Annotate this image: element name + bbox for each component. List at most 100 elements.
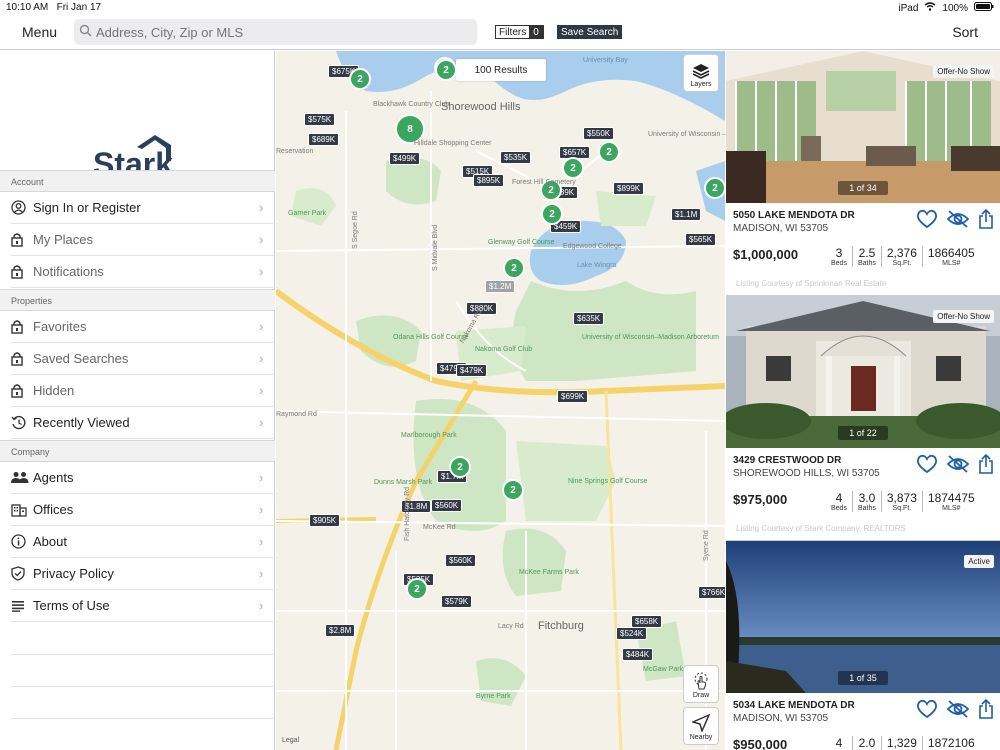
heart-icon[interactable]: [916, 699, 938, 724]
search-bar[interactable]: [74, 19, 477, 45]
map-label: University Bay: [583, 57, 628, 64]
hide-eye-icon[interactable]: [946, 699, 970, 724]
map-label: University of Wisconsin–Madison Arboretu…: [582, 334, 719, 341]
price-marker[interactable]: $895K: [473, 174, 505, 187]
filters-button[interactable]: Filters 0: [495, 25, 544, 39]
chevron-right-icon: ›: [259, 383, 264, 398]
sidebar: Stark Account Sign In or Register › My P…: [0, 51, 275, 750]
mls-value: 1866405: [927, 246, 975, 260]
price-marker[interactable]: $565K: [685, 233, 717, 246]
price-marker[interactable]: $1.2M: [485, 280, 516, 293]
search-icon: [79, 24, 92, 42]
map-label: Fitchburg: [538, 620, 584, 632]
map-label: Edgewood College: [563, 243, 622, 250]
sidebar-item-hidden[interactable]: Hidden ›: [11, 375, 275, 407]
sidebar-item-privacy-policy[interactable]: Privacy Policy ›: [11, 558, 275, 590]
map-label: Byrne Park: [476, 693, 511, 700]
listing-photo[interactable]: Offer-No Show 1 of 34: [726, 51, 1000, 203]
battery-icon: [974, 2, 994, 14]
sidebar-item-label: About: [33, 534, 67, 549]
device-label: iPad: [898, 2, 919, 14]
price-marker[interactable]: $535K: [500, 151, 532, 164]
price-marker[interactable]: $699K: [557, 390, 589, 403]
sidebar-item-about[interactable]: About ›: [11, 526, 275, 558]
listing-photo[interactable]: Offer-No Show 1 of 22: [726, 296, 1000, 448]
map-label: Shorewood Hills: [441, 101, 521, 113]
menu-button[interactable]: Menu: [22, 24, 57, 40]
beds-value: 4: [835, 736, 843, 750]
price-marker[interactable]: $689K: [308, 133, 340, 146]
price-marker[interactable]: $905K: [309, 514, 341, 527]
sidebar-item-my-places[interactable]: My Places ›: [11, 224, 275, 256]
sidebar-item-favorites[interactable]: Favorites ›: [11, 311, 275, 343]
price-marker[interactable]: $550K: [583, 127, 615, 140]
cluster-marker[interactable]: 2: [435, 59, 457, 81]
draw-button[interactable]: Draw: [683, 665, 719, 703]
hand-draw-icon: [693, 672, 709, 692]
photo-counter: 1 of 35: [838, 671, 888, 685]
price-marker[interactable]: $484K: [622, 648, 654, 661]
sidebar-item-sign-in[interactable]: Sign In or Register ›: [11, 192, 275, 224]
heart-icon[interactable]: [916, 454, 938, 479]
hide-eye-icon[interactable]: [946, 454, 970, 479]
legal-link[interactable]: Legal: [282, 737, 299, 744]
hide-eye-icon[interactable]: [946, 209, 970, 234]
sort-button[interactable]: Sort: [952, 24, 978, 40]
price-marker[interactable]: $2.8M: [325, 624, 356, 637]
sidebar-item-recently-viewed[interactable]: Recently Viewed ›: [11, 407, 275, 439]
listing-city: MADISON, WI 53705: [733, 713, 829, 724]
map-label: S Segoe Rd: [352, 211, 359, 249]
price-marker[interactable]: $479K: [456, 364, 488, 377]
search-input[interactable]: [96, 22, 466, 42]
cluster-marker[interactable]: 2: [406, 578, 428, 600]
baths-value: 2.5: [858, 246, 876, 260]
price-marker[interactable]: $499K: [389, 152, 421, 165]
cluster-marker[interactable]: 2: [503, 257, 525, 279]
lock-icon: [11, 383, 33, 398]
sidebar-item-label: Recently Viewed: [33, 415, 130, 430]
chevron-right-icon: ›: [259, 232, 264, 247]
sidebar-item-agents[interactable]: Agents ›: [11, 462, 275, 494]
history-icon: [11, 415, 33, 430]
price-marker[interactable]: $524K: [616, 627, 648, 640]
sidebar-item-terms-of-use[interactable]: Terms of Use ›: [11, 590, 275, 622]
sidebar-item-notifications[interactable]: Notifications ›: [11, 256, 275, 288]
cluster-marker[interactable]: 2: [541, 203, 563, 225]
layers-button[interactable]: Layers: [683, 54, 719, 92]
cluster-marker[interactable]: 2: [449, 456, 471, 478]
save-search-button[interactable]: Save Search: [557, 25, 623, 39]
map-label: Glenway Golf Course: [488, 239, 555, 246]
sidebar-item-saved-searches[interactable]: Saved Searches ›: [11, 343, 275, 375]
listing-photo[interactable]: Active 1 of 35: [726, 541, 1000, 693]
cluster-marker[interactable]: 2: [704, 177, 725, 199]
listing-card[interactable]: Offer-No Show 1 of 34 5050 LAKE MENDOTA …: [726, 51, 1000, 296]
map-label: Fish Hatchery Rd: [404, 486, 411, 541]
cluster-marker[interactable]: 2: [598, 141, 620, 163]
price-marker[interactable]: $579K: [441, 595, 473, 608]
listing-card[interactable]: Active 1 of 35 5034 LAKE MENDOTA DR MADI…: [726, 541, 1000, 750]
price-marker[interactable]: $560K: [431, 499, 463, 512]
price-marker[interactable]: $575K: [304, 113, 336, 126]
price-marker[interactable]: $635K: [573, 312, 605, 325]
nearby-button[interactable]: Nearby: [683, 707, 719, 745]
share-icon[interactable]: [978, 208, 994, 234]
mls-label: MLS#: [942, 505, 961, 512]
sidebar-item-offices[interactable]: Offices ›: [11, 494, 275, 526]
price-marker[interactable]: $899K: [613, 182, 645, 195]
price-marker[interactable]: $560K: [445, 554, 477, 567]
share-icon[interactable]: [978, 453, 994, 479]
chevron-right-icon: ›: [259, 319, 264, 334]
listing-card[interactable]: Offer-No Show 1 of 22 3429 CRESTWOOD DR …: [726, 296, 1000, 541]
cluster-marker[interactable]: 2: [502, 479, 524, 501]
listing-courtesy: Listing Courtesy of Sprinkman Real Estat…: [736, 279, 887, 288]
cluster-marker[interactable]: 2: [349, 68, 371, 90]
map-view[interactable]: 100 Results Layers Draw Nearby Legal $67…: [276, 51, 725, 750]
sidebar-item-label: Hidden: [33, 383, 75, 398]
cluster-marker[interactable]: 2: [562, 157, 584, 179]
heart-icon[interactable]: [916, 209, 938, 234]
share-icon[interactable]: [978, 698, 994, 724]
price-marker[interactable]: $766K: [698, 586, 725, 599]
price-marker[interactable]: $1.1M: [671, 208, 702, 221]
baths-label: Baths: [857, 260, 876, 267]
people-icon: [11, 471, 33, 484]
